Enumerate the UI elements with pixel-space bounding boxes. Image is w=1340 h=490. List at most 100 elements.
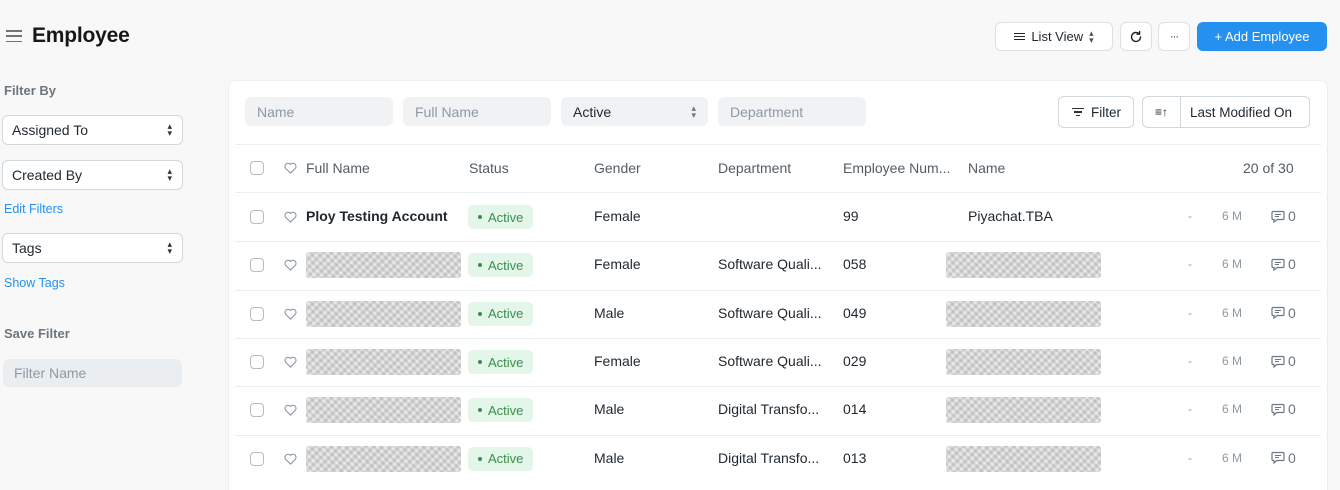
- gender-cell: Female: [594, 353, 641, 370]
- heart-icon[interactable]: [284, 404, 297, 417]
- gender-cell: Male: [594, 304, 625, 321]
- redacted-full-name: [306, 252, 461, 279]
- redacted-name: [946, 349, 1101, 376]
- status-dot-icon: [478, 311, 482, 316]
- row-checkbox[interactable]: [250, 451, 264, 466]
- full-name-filter-input[interactable]: Full Name: [403, 97, 551, 126]
- column-header-department[interactable]: Department: [718, 160, 791, 176]
- row-checkbox[interactable]: [250, 355, 264, 370]
- comment-count[interactable]: 0: [1271, 305, 1296, 321]
- gender-cell: Female: [594, 208, 641, 225]
- heart-icon[interactable]: [284, 356, 297, 368]
- comment-count[interactable]: 0: [1271, 401, 1296, 417]
- status-badge-label: Active: [488, 306, 524, 322]
- comment-count-label: 0: [1288, 449, 1296, 466]
- refresh-button[interactable]: [1120, 22, 1152, 51]
- status-badge: Active: [468, 301, 534, 326]
- comment-icon: [1271, 355, 1285, 368]
- employee-number-cell: 058: [843, 256, 867, 273]
- refresh-icon: [1130, 30, 1142, 42]
- comment-count[interactable]: 0: [1271, 208, 1296, 224]
- modified-cell: 6 M: [1222, 305, 1243, 320]
- status-filter-select[interactable]: Active ▴ ▾: [561, 97, 708, 126]
- department-filter-input[interactable]: Department: [718, 97, 866, 126]
- comment-count-label: 0: [1288, 304, 1296, 321]
- redacted-full-name: [306, 349, 461, 376]
- status-badge: Active: [468, 446, 534, 471]
- list-view-label: List View: [1031, 29, 1084, 44]
- column-header-full-name[interactable]: Full Name: [306, 160, 370, 176]
- record-count: 20 of 30: [1243, 160, 1294, 176]
- list-view-button[interactable]: List View ▴ ▾: [995, 22, 1113, 51]
- row-checkbox[interactable]: [250, 258, 264, 273]
- filter-icon: [1072, 108, 1084, 116]
- dash-cell: -: [1188, 450, 1192, 465]
- select-all-checkbox[interactable]: [250, 161, 264, 175]
- divider: [235, 144, 1321, 145]
- row-divider: [235, 434, 1321, 436]
- comment-count[interactable]: 0: [1271, 450, 1296, 466]
- page-title: Employee: [32, 24, 130, 47]
- show-tags-link[interactable]: Show Tags: [4, 276, 65, 290]
- row-checkbox[interactable]: [250, 403, 264, 418]
- redacted-full-name: [306, 300, 461, 327]
- list-icon: [1014, 32, 1026, 41]
- name-cell: Piyachat.TBA: [968, 208, 1053, 225]
- modified-cell: 6 M: [1222, 402, 1243, 417]
- more-actions-button[interactable]: ···: [1158, 22, 1190, 51]
- employee-number-cell: 049: [843, 304, 867, 321]
- heart-icon[interactable]: [284, 308, 297, 320]
- assigned-to-select[interactable]: Assigned To ▴ ▾: [2, 115, 183, 145]
- comment-icon: [1271, 258, 1285, 271]
- department-cell: Digital Transfo...: [718, 401, 820, 418]
- row-divider: [235, 289, 1321, 291]
- column-header-gender[interactable]: Gender: [594, 160, 641, 176]
- redacted-full-name: [306, 397, 461, 424]
- row-checkbox[interactable]: [250, 306, 264, 321]
- comment-icon: [1271, 403, 1285, 416]
- comment-count[interactable]: 0: [1271, 353, 1296, 369]
- filter-name-input[interactable]: Filter Name: [3, 359, 182, 387]
- sort-field-label[interactable]: Last Modified On: [1181, 105, 1292, 120]
- gender-cell: Male: [594, 401, 625, 418]
- add-employee-button[interactable]: + Add Employee: [1197, 22, 1327, 51]
- heart-icon[interactable]: [284, 259, 297, 272]
- full-name-cell[interactable]: Ploy Testing Account: [306, 208, 448, 224]
- gender-cell: Male: [594, 449, 625, 466]
- hamburger-menu-icon[interactable]: [6, 30, 22, 42]
- status-badge-label: Active: [488, 354, 524, 370]
- name-filter-input[interactable]: Name: [245, 97, 393, 126]
- dash-cell: -: [1188, 209, 1192, 224]
- heart-icon[interactable]: [284, 453, 297, 465]
- dash-cell: -: [1188, 257, 1192, 272]
- heart-icon[interactable]: [284, 211, 297, 223]
- employee-number-cell: 99: [843, 208, 859, 225]
- modified-cell: 6 M: [1222, 450, 1243, 465]
- dash-cell: -: [1188, 305, 1192, 320]
- comment-count[interactable]: 0: [1271, 256, 1296, 272]
- comment-icon: [1271, 452, 1285, 465]
- status-badge-label: Active: [488, 451, 524, 467]
- row-checkbox[interactable]: [250, 210, 264, 225]
- status-filter-value: Active: [573, 103, 612, 120]
- heart-icon[interactable]: [284, 162, 297, 174]
- filter-button[interactable]: Filter: [1058, 96, 1134, 128]
- page-header: Employee: [6, 22, 130, 50]
- row-divider: [235, 386, 1321, 388]
- column-header-name[interactable]: Name: [968, 160, 1005, 176]
- status-dot-icon: [478, 360, 482, 365]
- created-by-select[interactable]: Created By ▴ ▾: [2, 160, 183, 190]
- created-by-label: Created By: [12, 167, 83, 183]
- redacted-name: [946, 252, 1101, 279]
- status-dot-icon: [478, 215, 482, 220]
- assigned-to-label: Assigned To: [12, 122, 89, 138]
- filter-button-label: Filter: [1091, 104, 1121, 120]
- column-header-status[interactable]: Status: [469, 160, 509, 176]
- sort-control[interactable]: ≡↑ Last Modified On: [1142, 96, 1310, 128]
- department-cell: Software Quali...: [718, 256, 822, 273]
- tags-select[interactable]: Tags ▴ ▾: [2, 233, 183, 263]
- edit-filters-link[interactable]: Edit Filters: [4, 202, 63, 216]
- sort-direction-icon[interactable]: ≡↑: [1143, 97, 1181, 127]
- dash-cell: -: [1188, 402, 1192, 417]
- column-header-employee-number[interactable]: Employee Num...: [843, 160, 950, 176]
